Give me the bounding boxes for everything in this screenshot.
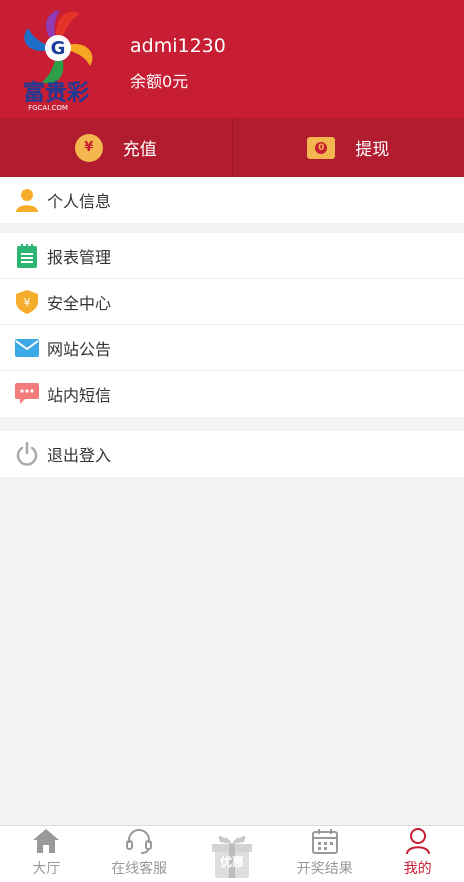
username: admi1230 xyxy=(130,35,226,57)
tab-hall[interactable]: 大厅 xyxy=(0,826,93,882)
wallet-actions: ¥ 充值 0 提现 xyxy=(0,118,464,177)
withdraw-button[interactable]: 0 提现 xyxy=(231,118,464,177)
menu-item-security[interactable]: ¥ 安全中心 xyxy=(0,279,464,325)
power-icon xyxy=(15,442,39,466)
cash-icon-glyph: 0 xyxy=(315,141,328,154)
svg-text:优惠: 优惠 xyxy=(220,854,244,869)
tab-results[interactable]: 开奖结果 xyxy=(278,826,371,882)
coin-icon: ¥ xyxy=(74,133,103,162)
cash-icon: 0 xyxy=(307,136,336,159)
recharge-label: 充值 xyxy=(122,140,157,160)
svg-text:FGCAI.COM: FGCAI.COM xyxy=(28,104,68,112)
account-header: G 富贵彩 FGCAI.COM admi1230 余额0元 xyxy=(0,0,464,118)
menu-item-profile[interactable]: 个人信息 xyxy=(0,177,464,223)
tab-mine[interactable]: 我的 xyxy=(371,826,464,882)
svg-text:¥: ¥ xyxy=(24,296,31,309)
menu-item-notices[interactable]: 网站公告 xyxy=(0,325,464,371)
menu-item-messages[interactable]: 站内短信 xyxy=(0,371,464,417)
menu-group-main: 报表管理 ¥ 安全中心 网站公告 站内短信 xyxy=(0,233,464,417)
home-icon xyxy=(32,826,60,856)
chat-bubble-icon xyxy=(15,382,39,406)
tab-service[interactable]: 在线客服 xyxy=(93,826,186,882)
tab-promo[interactable]: 优惠 xyxy=(186,826,279,882)
fugui-logo: G 富贵彩 FGCAI.COM xyxy=(23,10,93,112)
calendar-icon xyxy=(311,826,338,856)
svg-text:富贵彩: 富贵彩 xyxy=(23,80,89,106)
menu-group-logout: 退出登入 xyxy=(0,431,464,477)
bottom-tab-bar: 大厅 在线客服 优惠 开奖结果 我的 xyxy=(0,825,464,882)
menu-label-messages: 站内短信 xyxy=(47,386,112,405)
menu-item-logout[interactable]: 退出登入 xyxy=(0,431,464,477)
tab-label-service: 在线客服 xyxy=(111,861,168,877)
tab-label-results: 开奖结果 xyxy=(296,861,353,877)
menu-item-reports[interactable]: 报表管理 xyxy=(0,233,464,279)
gift-box-icon: 优惠 xyxy=(206,832,258,882)
recharge-button[interactable]: ¥ 充值 xyxy=(0,118,232,177)
person-outline-icon xyxy=(405,826,431,856)
tab-label-mine: 我的 xyxy=(403,861,432,877)
menu-label-reports: 报表管理 xyxy=(47,247,112,267)
shield-icon: ¥ xyxy=(15,289,39,314)
svg-text:G: G xyxy=(51,38,66,59)
menu-label-security: 安全中心 xyxy=(47,293,112,313)
headset-icon xyxy=(125,826,153,856)
envelope-icon xyxy=(15,336,39,360)
withdraw-label: 提现 xyxy=(355,140,390,160)
user-icon xyxy=(15,188,39,212)
balance-text: 余额0元 xyxy=(130,72,189,91)
notepad-icon xyxy=(15,243,39,268)
tab-label-hall: 大厅 xyxy=(32,861,61,877)
menu-label-logout: 退出登入 xyxy=(47,446,112,465)
menu-label-profile: 个人信息 xyxy=(47,192,112,211)
menu-group-profile: 个人信息 xyxy=(0,177,464,223)
menu-label-notices: 网站公告 xyxy=(47,339,112,359)
